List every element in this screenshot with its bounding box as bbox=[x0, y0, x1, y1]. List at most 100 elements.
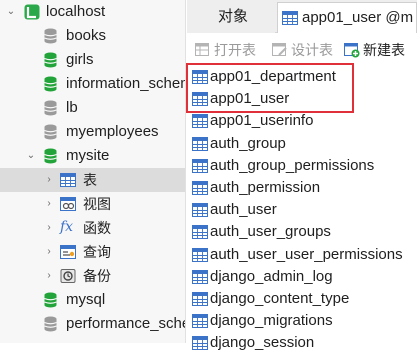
chevron-right-icon[interactable]: › bbox=[44, 199, 54, 209]
table-list-item[interactable]: app01_userinfo bbox=[187, 110, 417, 132]
tree-db-label: information_schema bbox=[66, 75, 185, 92]
chevron-right-icon[interactable]: › bbox=[44, 271, 54, 281]
design-table-label: 设计表 bbox=[291, 42, 333, 58]
query-icon bbox=[60, 245, 76, 259]
database-icon bbox=[44, 316, 57, 332]
navicat-window: ⌄ localhost books girls information_sche… bbox=[0, 0, 417, 351]
table-icon bbox=[192, 92, 208, 107]
tree-node-label: 视图 bbox=[83, 196, 111, 212]
table-icon bbox=[192, 225, 208, 240]
table-name: app01_userinfo bbox=[210, 112, 314, 130]
tree-node-functions[interactable]: › fx 函数 bbox=[0, 216, 185, 240]
table-list-item[interactable]: django_admin_log bbox=[187, 266, 417, 288]
table-list-item[interactable]: auth_user bbox=[187, 199, 417, 221]
tree-node-label: 函数 bbox=[83, 220, 111, 236]
tree-node-label: 表 bbox=[83, 172, 97, 188]
tab-app01-user[interactable]: app01_user @m bbox=[277, 2, 417, 33]
table-icon bbox=[192, 158, 208, 173]
table-list-item[interactable]: django_content_type bbox=[187, 288, 417, 310]
tab-bar: 对象 app01_user @m bbox=[187, 0, 417, 33]
function-icon: fx bbox=[60, 219, 74, 235]
design-table-icon bbox=[272, 43, 287, 56]
table-name: auth_user_groups bbox=[210, 223, 331, 241]
table-name: auth_user_user_permissions bbox=[210, 245, 403, 263]
tree-node-backups[interactable]: › 备份 bbox=[0, 264, 185, 288]
table-icon bbox=[192, 247, 208, 262]
tree-db-label: myemployees bbox=[66, 123, 159, 140]
view-icon bbox=[60, 197, 76, 211]
connection-tree: ⌄ localhost books girls information_sche… bbox=[0, 0, 186, 343]
connection-label: localhost bbox=[46, 3, 106, 20]
table-name: auth_permission bbox=[210, 179, 321, 196]
tree-node-views[interactable]: › 视图 bbox=[0, 192, 185, 216]
tree-db-mysite[interactable]: ⌄ mysite bbox=[0, 144, 185, 168]
tree-db-myemployees[interactable]: myemployees bbox=[0, 120, 185, 144]
tree-db-performance-schema[interactable]: performance_schema bbox=[0, 312, 185, 336]
table-list-item[interactable]: auth_group_permissions bbox=[187, 155, 417, 177]
database-icon bbox=[44, 52, 57, 68]
table-icon bbox=[192, 314, 208, 329]
chevron-right-icon[interactable]: › bbox=[44, 247, 54, 257]
chevron-down-icon[interactable]: ⌄ bbox=[6, 7, 16, 17]
table-icon bbox=[192, 203, 208, 218]
tree-db-information-schema[interactable]: information_schema bbox=[0, 72, 185, 96]
table-list-item[interactable]: auth_group bbox=[187, 133, 417, 155]
tree-db-label: books bbox=[66, 27, 107, 44]
tree-node-label: 备份 bbox=[83, 268, 111, 284]
table-list-item[interactable]: auth_user_user_permissions bbox=[187, 244, 417, 266]
new-table-button[interactable]: 新建表 bbox=[344, 37, 405, 63]
backup-icon bbox=[60, 269, 76, 283]
table-name: auth_group_permissions bbox=[210, 156, 375, 174]
database-icon bbox=[44, 124, 57, 140]
table-icon bbox=[192, 114, 208, 129]
tab-label: app01_user @m bbox=[302, 9, 414, 26]
chevron-right-icon[interactable]: › bbox=[44, 223, 54, 233]
chevron-down-icon[interactable]: ⌄ bbox=[26, 151, 36, 161]
table-icon bbox=[192, 269, 208, 284]
table-list-item[interactable]: django_session bbox=[187, 332, 417, 354]
table-name: django_content_type bbox=[210, 290, 350, 307]
table-list-item[interactable]: app01_user bbox=[187, 88, 417, 110]
table-icon bbox=[192, 136, 208, 151]
table-list-item[interactable]: auth_permission bbox=[187, 177, 417, 199]
tree-node-label: 查询 bbox=[83, 244, 111, 260]
table-name: app01_department bbox=[210, 68, 336, 85]
tab-objects[interactable]: 对象 bbox=[187, 0, 275, 33]
object-toolbar: 打开表 设计表 新建表 bbox=[187, 37, 417, 63]
tree-node-tables[interactable]: › 表 bbox=[0, 168, 185, 192]
database-icon bbox=[44, 292, 57, 308]
tree-db-label: girls bbox=[66, 51, 94, 68]
table-name: django_admin_log bbox=[210, 267, 333, 285]
table-icon bbox=[192, 70, 208, 84]
table-icon bbox=[192, 181, 208, 195]
database-icon bbox=[44, 100, 57, 116]
table-icon bbox=[60, 173, 76, 187]
table-icon bbox=[282, 11, 298, 25]
table-name: app01_user bbox=[210, 90, 290, 108]
new-table-icon bbox=[344, 43, 360, 58]
open-table-button[interactable]: 打开表 bbox=[195, 37, 256, 63]
open-table-icon bbox=[195, 43, 209, 56]
tree-connection-localhost[interactable]: ⌄ localhost bbox=[0, 0, 185, 24]
tree-db-label: mysite bbox=[66, 147, 110, 164]
table-list-item[interactable]: auth_user_groups bbox=[187, 221, 417, 243]
tree-db-mysql[interactable]: mysql bbox=[0, 288, 185, 312]
tree-db-label: mysql bbox=[66, 291, 106, 308]
table-list-item[interactable]: app01_department bbox=[187, 66, 417, 88]
database-icon bbox=[44, 28, 57, 44]
design-table-button[interactable]: 设计表 bbox=[272, 37, 333, 63]
table-icon bbox=[192, 292, 208, 306]
tree-db-lb[interactable]: lb bbox=[0, 96, 185, 120]
tree-node-queries[interactable]: › 查询 bbox=[0, 240, 185, 264]
table-list-item[interactable]: django_migrations bbox=[187, 310, 417, 332]
tree-db-label: lb bbox=[66, 99, 78, 116]
tree-db-girls[interactable]: girls bbox=[0, 48, 185, 72]
database-icon bbox=[44, 148, 57, 164]
tree-db-books[interactable]: books bbox=[0, 24, 185, 48]
chevron-right-icon[interactable]: › bbox=[44, 175, 54, 185]
new-table-label: 新建表 bbox=[363, 42, 405, 58]
database-icon bbox=[44, 76, 57, 92]
table-icon bbox=[192, 336, 208, 351]
tree-db-label: performance_schema bbox=[66, 315, 185, 332]
open-table-label: 打开表 bbox=[214, 42, 256, 58]
